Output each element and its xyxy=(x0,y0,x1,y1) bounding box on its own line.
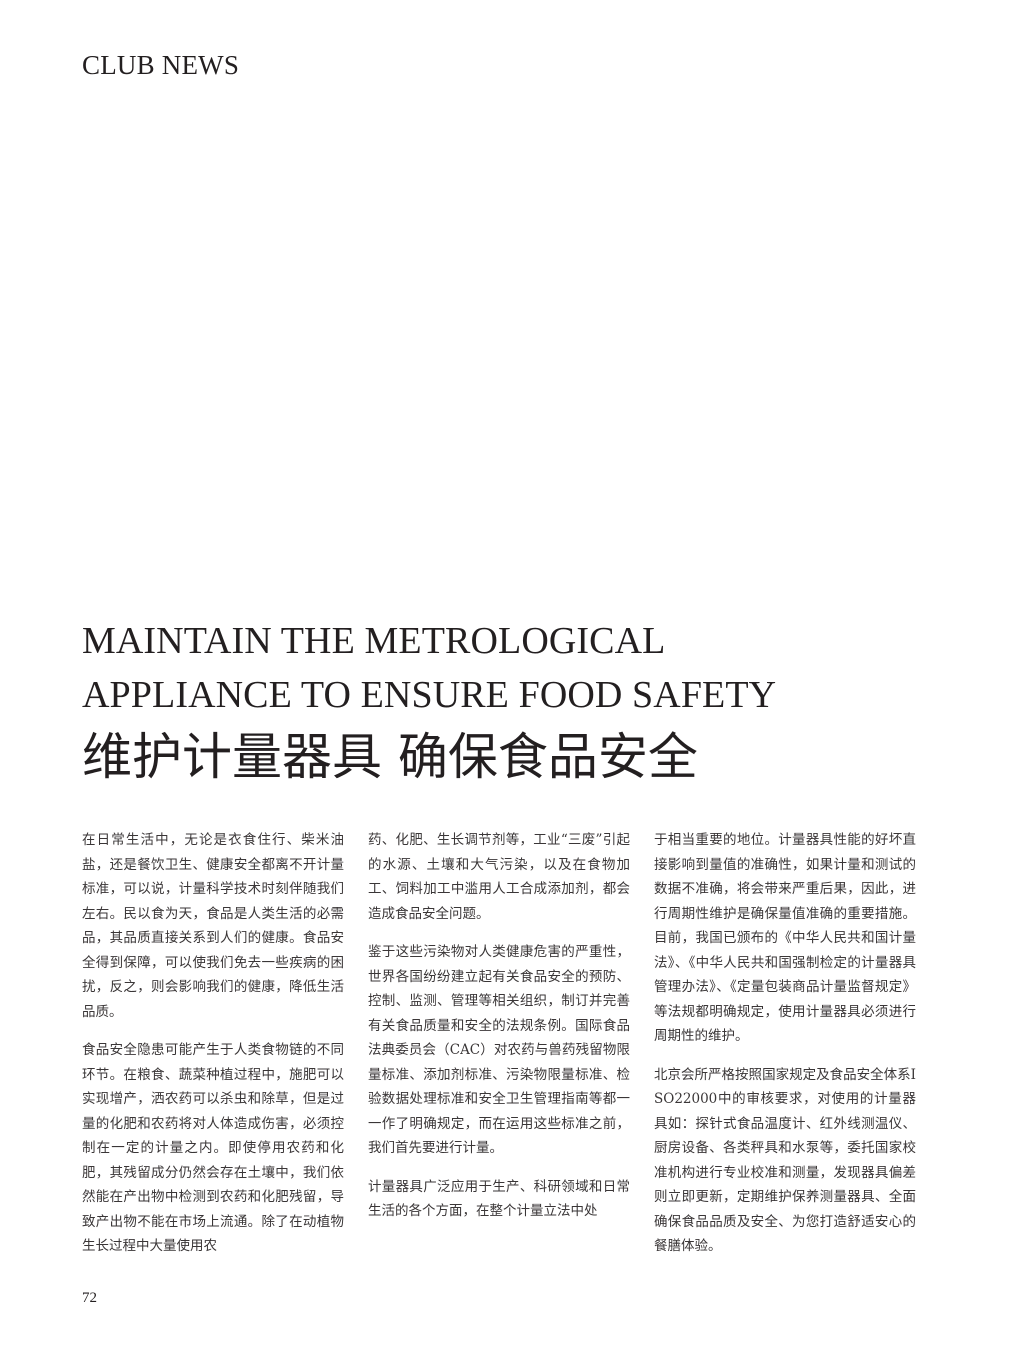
text-column-1: 在日常生活中，无论是衣食住行、柴米油盐，还是餐饮卫生、健康安全都离不开计量标准，… xyxy=(82,828,344,1273)
paragraph: 食品安全隐患可能产生于人类食物链的不同环节。在粮食、蔬菜种植过程中，施肥可以实现… xyxy=(82,1042,344,1254)
headline-english: MAINTAIN THE METROLOGICAL APPLIANCE TO E… xyxy=(82,614,942,722)
text-column-3: 于相当重要的地位。计量器具性能的好坏直接影响到量值的准确性，如果计量和测试的数据… xyxy=(654,828,916,1273)
paragraph: 计量器具广泛应用于生产、科研领域和日常生活的各个方面，在整个计量立法中处 xyxy=(368,1178,630,1220)
page-number: 72 xyxy=(82,1290,97,1306)
headline-english-line-2: APPLIANCE TO ENSURE FOOD SAFETY xyxy=(82,674,777,716)
text-column-2: 药、化肥、生长调节剂等，工业“三废”引起的水源、土壤和大气污染，以及在食物加工、… xyxy=(368,828,630,1238)
section-label: CLUB NEWS xyxy=(82,50,240,80)
paragraph: 药、化肥、生长调节剂等，工业“三废”引起的水源、土壤和大气污染，以及在食物加工、… xyxy=(368,832,630,922)
paragraph: 在日常生活中，无论是衣食住行、柴米油盐，还是餐饮卫生、健康安全都离不开计量标准，… xyxy=(82,832,344,1020)
paragraph: 北京会所严格按照国家规定及食品安全体系ISO22000中的审核要求，对使用的计量… xyxy=(654,1066,916,1255)
paragraph: 于相当重要的地位。计量器具性能的好坏直接影响到量值的准确性，如果计量和测试的数据… xyxy=(654,832,916,1044)
article-headline: MAINTAIN THE METROLOGICAL APPLIANCE TO E… xyxy=(82,614,942,788)
headline-chinese: 维护计量器具 确保食品安全 xyxy=(82,728,698,786)
article-body: 在日常生活中，无论是衣食住行、柴米油盐，还是餐饮卫生、健康安全都离不开计量标准，… xyxy=(82,828,917,1254)
headline-english-line-1: MAINTAIN THE METROLOGICAL xyxy=(82,620,666,662)
paragraph: 鉴于这些污染物对人类健康危害的严重性，世界各国纷纷建立起有关食品安全的预防、控制… xyxy=(368,944,630,1156)
